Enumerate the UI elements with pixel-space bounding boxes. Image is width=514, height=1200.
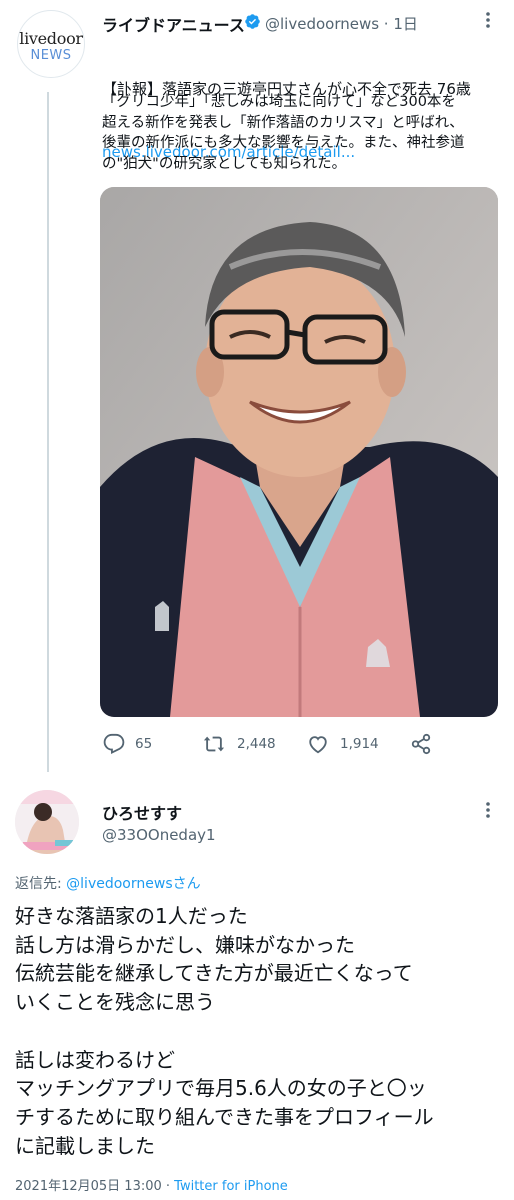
handle[interactable]: @33OOneday1 [102, 826, 216, 844]
reply-to-link[interactable]: @livedoornewsさん [66, 876, 200, 892]
tweet-text: 好きな落語家の1人だった 話し方は滑らかだし、嫌味がなかった 伝統芸能を継承して… [15, 904, 434, 1158]
thread-line [47, 92, 49, 772]
more-icon[interactable] [478, 10, 498, 30]
like-icon[interactable] [307, 733, 329, 755]
like-count: 1,914 [340, 736, 379, 752]
tweet-source-link[interactable]: Twitter for iPhone [174, 1179, 288, 1194]
more-icon[interactable] [478, 800, 498, 820]
avatar[interactable]: livedoor NEWS [17, 10, 85, 78]
avatar[interactable] [15, 790, 79, 854]
display-name[interactable]: ひろせすす [102, 800, 182, 824]
retweet-count: 2,448 [237, 736, 276, 752]
retweet-icon[interactable] [203, 733, 225, 755]
handle-and-time[interactable]: @livedoornews · 1日 [265, 13, 418, 34]
portrait-illustration [100, 187, 498, 717]
avatar-photo [15, 790, 79, 854]
tweet-photo[interactable] [100, 187, 498, 717]
verified-badge-icon [245, 14, 260, 29]
avatar-logo-subtext: NEWS [30, 48, 72, 63]
reply-to-line: 返信先: @livedoornewsさん [15, 876, 201, 892]
tweet-timestamp[interactable]: 2021年12月05日 13:00 · [15, 1179, 174, 1194]
share-icon[interactable] [410, 733, 432, 755]
tweet-footer: 2021年12月05日 13:00 · Twitter for iPhone [15, 1175, 288, 1194]
display-name[interactable]: ライブドアニュース [102, 12, 245, 36]
avatar-logo-text: livedoor [19, 29, 83, 48]
tweet-body: 「グリコ少年」「悲しみは埼玉に向けて」など300本を 超える新作を発表し「新作落… [102, 94, 465, 172]
reply-icon[interactable] [103, 733, 125, 755]
reply-count: 65 [135, 736, 153, 752]
